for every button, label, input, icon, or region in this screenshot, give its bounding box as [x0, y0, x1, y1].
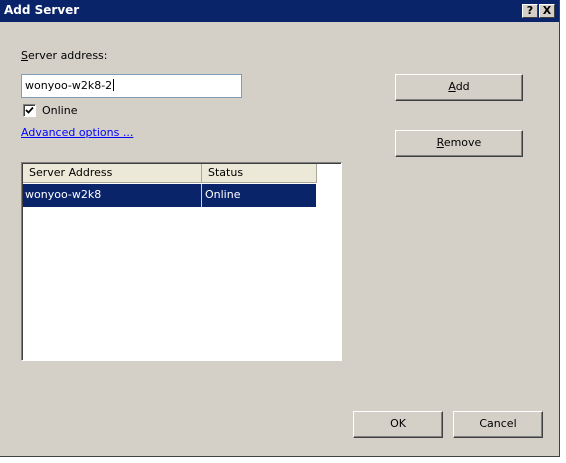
server-list-header: Server Address Status	[23, 164, 341, 183]
advanced-options-link[interactable]: Advanced options ...	[21, 126, 133, 139]
checkmark-icon	[25, 106, 34, 114]
add-server-dialog: Add Server ? X Server address: wonyoo-w2…	[0, 0, 560, 457]
close-icon[interactable]: X	[539, 4, 555, 18]
cancel-button[interactable]: Cancel	[453, 411, 543, 438]
help-icon[interactable]: ?	[522, 4, 538, 18]
online-label: Online	[42, 104, 78, 117]
server-address-input[interactable]: wonyoo-w2k8-2	[21, 74, 242, 98]
server-address-label-rest: erver address:	[27, 49, 108, 62]
server-address-label: Server address:	[21, 49, 108, 62]
ok-button[interactable]: OK	[353, 411, 443, 438]
online-checkbox[interactable]	[23, 104, 36, 117]
row-status: Online	[205, 188, 241, 201]
table-row[interactable]: wonyoo-w2k8 Online	[23, 184, 316, 207]
row-server-address: wonyoo-w2k8	[23, 184, 202, 207]
cancel-button-label: Cancel	[479, 417, 517, 430]
add-button-label: Add	[448, 80, 470, 93]
column-header-server-address[interactable]: Server Address	[23, 164, 202, 183]
advanced-options-text: Advanced options ...	[21, 126, 134, 139]
add-button[interactable]: Add	[395, 74, 523, 101]
column-header-status[interactable]: Status	[202, 164, 317, 183]
server-list[interactable]: Server Address Status wonyoo-w2k8 Online	[21, 162, 342, 361]
ok-button-label: OK	[390, 417, 406, 430]
title-bar[interactable]: Add Server ? X	[0, 0, 559, 22]
text-caret	[113, 79, 115, 91]
mnemonic-s: S	[21, 49, 28, 62]
server-address-value: wonyoo-w2k8-2	[25, 79, 113, 92]
remove-button-label: Remove	[436, 136, 482, 149]
dialog-title: Add Server	[4, 3, 80, 17]
remove-button[interactable]: Remove	[395, 130, 523, 157]
